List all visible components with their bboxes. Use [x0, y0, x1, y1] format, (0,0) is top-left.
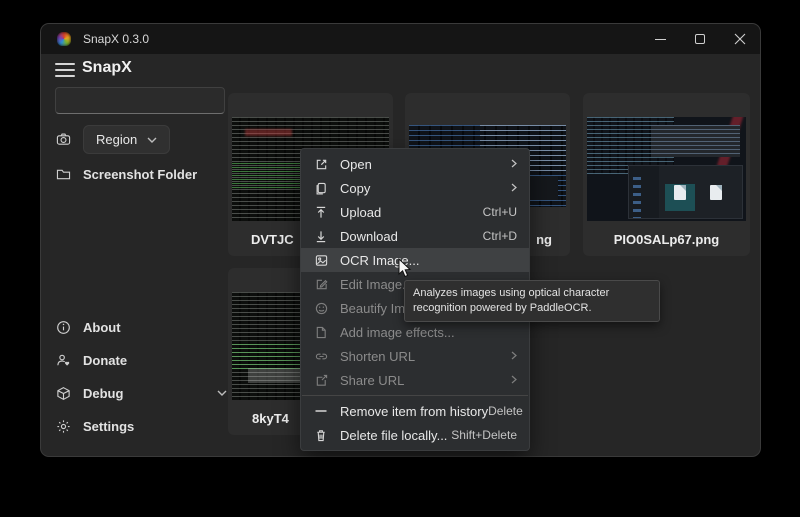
sidebar-item-label: Settings — [83, 419, 134, 434]
menu-item-copy[interactable]: Copy — [301, 176, 529, 200]
debug-icon — [55, 385, 71, 401]
camera-icon — [55, 132, 71, 148]
copy-icon — [313, 180, 329, 196]
donate-icon — [55, 352, 71, 368]
trash-icon — [313, 427, 329, 443]
chevron-down-icon — [147, 137, 157, 143]
menu-shortcut: Shift+Delete — [451, 428, 517, 442]
info-icon — [55, 319, 71, 335]
menu-item-open[interactable]: Open — [301, 152, 529, 176]
menu-shortcut: Ctrl+D — [483, 229, 517, 243]
sidebar-item-label: About — [83, 320, 121, 335]
menu-item-download[interactable]: Download Ctrl+D — [301, 224, 529, 248]
menu-item-delete-file-locally[interactable]: Delete file locally... Shift+Delete — [301, 423, 529, 447]
menu-item-shorten-url: Shorten URL — [301, 344, 529, 368]
sidebar-item-donate[interactable]: Donate — [55, 352, 127, 368]
upload-icon — [313, 204, 329, 220]
ocr-tooltip: Analyzes images using optical character … — [404, 280, 660, 322]
capture-row: Region — [55, 125, 170, 154]
submenu-chevron-icon — [511, 181, 517, 195]
screenshot-folder-button[interactable]: Screenshot Folder — [55, 166, 197, 182]
remove-icon — [313, 403, 329, 419]
share-url-icon — [313, 372, 329, 388]
sidebar-item-label: Debug — [83, 386, 123, 401]
thumbnail-image — [587, 117, 746, 221]
title-bar: SnapX 0.3.0 — [41, 24, 760, 54]
desktop: SnapX 0.3.0 SnapX — [0, 0, 800, 517]
window-title: SnapX 0.3.0 — [83, 32, 149, 46]
chevron-down-icon — [217, 390, 227, 396]
menu-item-add-image-effects: Add image effects... — [301, 320, 529, 344]
menu-shortcut: Delete — [488, 404, 523, 418]
minimize-button[interactable] — [640, 24, 680, 54]
edit-image-icon — [313, 276, 329, 292]
shorten-url-icon — [313, 348, 329, 364]
gear-icon — [55, 418, 71, 434]
sidebar-item-label: Donate — [83, 353, 127, 368]
sidebar-item-settings[interactable]: Settings — [55, 418, 134, 434]
search-input[interactable] — [55, 87, 225, 114]
menu-item-share-url: Share URL — [301, 368, 529, 392]
menu-separator — [302, 395, 528, 396]
folder-icon — [55, 166, 71, 182]
menu-item-remove-from-history[interactable]: Remove item from history Delete — [301, 399, 529, 423]
close-button[interactable] — [720, 24, 760, 54]
submenu-chevron-icon — [511, 373, 517, 387]
hamburger-menu-icon[interactable] — [55, 61, 75, 79]
capture-region-button[interactable]: Region — [83, 125, 170, 154]
file-name: PIO0SALp67.png — [583, 223, 750, 256]
screenshot-folder-label: Screenshot Folder — [83, 167, 197, 182]
image-effects-icon — [313, 324, 329, 340]
app-logo-icon — [57, 32, 71, 46]
menu-item-upload[interactable]: Upload Ctrl+U — [301, 200, 529, 224]
menu-item-ocr-image[interactable]: OCR Image... — [301, 248, 529, 272]
capture-region-label: Region — [96, 132, 137, 147]
download-icon — [313, 228, 329, 244]
sidebar-item-debug[interactable]: Debug — [55, 385, 227, 401]
submenu-chevron-icon — [511, 349, 517, 363]
ocr-image-icon — [313, 252, 329, 268]
beautify-image-icon — [313, 300, 329, 316]
history-card[interactable]: PIO0SALp67.png — [583, 93, 750, 256]
open-icon — [313, 156, 329, 172]
mouse-cursor — [398, 258, 413, 284]
app-title: SnapX — [82, 59, 132, 77]
maximize-button[interactable] — [680, 24, 720, 54]
menu-shortcut: Ctrl+U — [483, 205, 517, 219]
sidebar-item-about[interactable]: About — [55, 319, 121, 335]
submenu-chevron-icon — [511, 157, 517, 171]
